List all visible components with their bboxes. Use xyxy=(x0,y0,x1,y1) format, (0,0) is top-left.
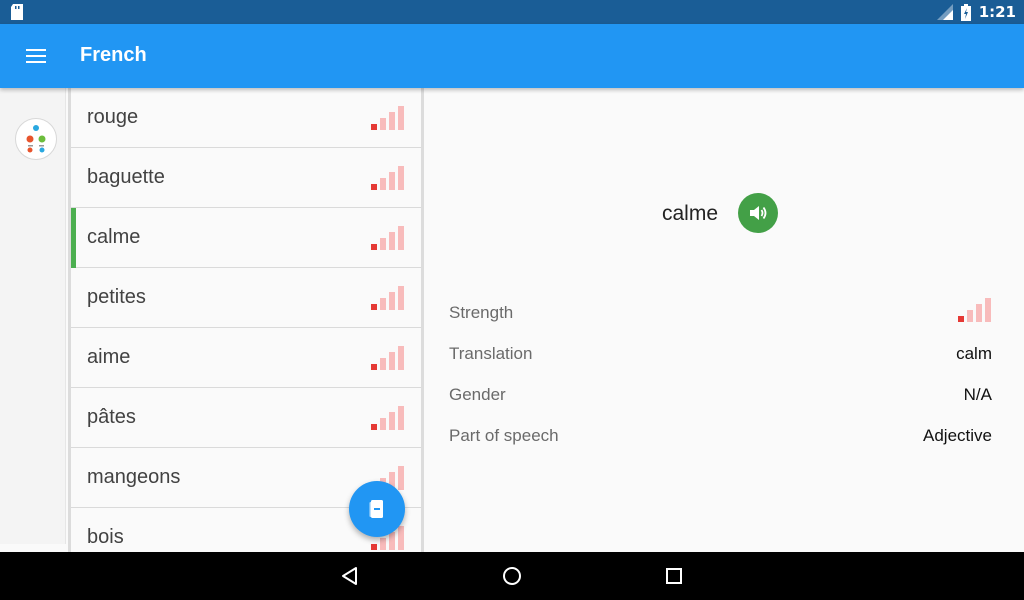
property-row-part-of-speech: Part of speech Adjective xyxy=(449,421,992,451)
signal-bar xyxy=(389,112,395,130)
list-item[interactable]: aime xyxy=(71,328,421,388)
strength-signal-icon xyxy=(371,106,404,130)
signal-bar xyxy=(398,346,404,370)
signal-bar xyxy=(398,286,404,310)
signal-bar xyxy=(380,358,386,370)
property-label: Part of speech xyxy=(449,426,559,445)
signal-bar xyxy=(371,124,377,130)
signal-bar xyxy=(371,244,377,250)
signal-bar xyxy=(398,166,404,190)
signal-bar xyxy=(380,118,386,130)
strength-signal-icon xyxy=(371,226,404,250)
signal-bar xyxy=(389,532,395,550)
book-icon xyxy=(369,500,383,518)
signal-bar xyxy=(389,232,395,250)
signal-bar xyxy=(380,178,386,190)
signal-bar xyxy=(398,106,404,130)
strength-signal-icon xyxy=(958,298,991,322)
word-label: rouge xyxy=(87,106,139,128)
signal-bar xyxy=(398,406,404,430)
signal-bar xyxy=(371,184,377,190)
signal-bar xyxy=(371,424,377,430)
detail-word: calme xyxy=(662,202,719,225)
word-label: pâtes xyxy=(87,406,136,428)
square-recents-icon[interactable] xyxy=(662,564,686,588)
signal-bar xyxy=(958,316,964,322)
signal-bar xyxy=(380,538,386,550)
list-item[interactable]: calme xyxy=(71,208,421,268)
list-item[interactable]: rouge xyxy=(71,88,421,148)
deck-icon xyxy=(26,125,46,153)
signal-bar xyxy=(976,304,982,322)
word-label: baguette xyxy=(87,166,165,188)
strength-signal-icon xyxy=(371,166,404,190)
left-rail xyxy=(0,88,66,544)
property-value: calm xyxy=(956,344,992,363)
signal-bar xyxy=(389,292,395,310)
system-nav-bar xyxy=(0,552,1024,600)
signal-bar xyxy=(389,352,395,370)
signal-bar xyxy=(967,310,973,322)
property-value: Adjective xyxy=(923,426,992,445)
status-time: 1:21 xyxy=(978,3,1016,21)
signal-bar xyxy=(371,544,377,550)
property-label: Gender xyxy=(449,385,506,404)
word-label: bois xyxy=(87,526,124,548)
property-value: N/A xyxy=(963,385,992,404)
volume-icon xyxy=(750,206,767,220)
sd-card-icon xyxy=(11,4,23,20)
list-item[interactable]: petites xyxy=(71,268,421,328)
signal-bar xyxy=(398,526,404,550)
signal-bar xyxy=(371,364,377,370)
study-fab-button[interactable] xyxy=(349,481,405,537)
menu-button[interactable] xyxy=(16,38,56,74)
page-title: French xyxy=(80,44,147,66)
property-row-gender: Gender N/A xyxy=(449,380,992,410)
status-bar: 1:21 xyxy=(0,0,1024,24)
signal-bar xyxy=(398,466,404,490)
property-label: Strength xyxy=(449,303,514,322)
language-avatar[interactable] xyxy=(15,118,57,160)
property-row-translation: Translation calm xyxy=(449,339,992,369)
pronounce-button[interactable] xyxy=(738,193,778,233)
triangle-back-icon[interactable] xyxy=(338,564,362,588)
strength-signal-icon xyxy=(371,406,404,430)
strength-signal-icon xyxy=(371,286,404,310)
signal-bar xyxy=(380,238,386,250)
signal-bar xyxy=(398,226,404,250)
hamburger-menu-icon xyxy=(26,49,46,63)
word-label: petites xyxy=(87,286,146,308)
word-label: aime xyxy=(87,346,131,368)
word-label: mangeons xyxy=(87,466,181,488)
cell-signal-icon xyxy=(936,4,953,20)
battery-icon xyxy=(960,3,971,21)
word-detail-panel: calme Strength Translation calm Gender N… xyxy=(427,88,1024,552)
app-bar: French xyxy=(0,24,1024,88)
strength-signal-icon xyxy=(371,346,404,370)
list-item[interactable]: pâtes xyxy=(71,388,421,448)
signal-bar xyxy=(371,304,377,310)
circle-home-icon[interactable] xyxy=(500,564,524,588)
signal-bar xyxy=(380,298,386,310)
signal-bar xyxy=(985,298,991,322)
signal-bar xyxy=(389,172,395,190)
signal-bar xyxy=(380,418,386,430)
property-row-strength: Strength xyxy=(449,298,992,328)
word-label: calme xyxy=(87,226,141,248)
list-item[interactable]: baguette xyxy=(71,148,421,208)
signal-bar xyxy=(389,412,395,430)
property-label: Translation xyxy=(449,344,533,363)
